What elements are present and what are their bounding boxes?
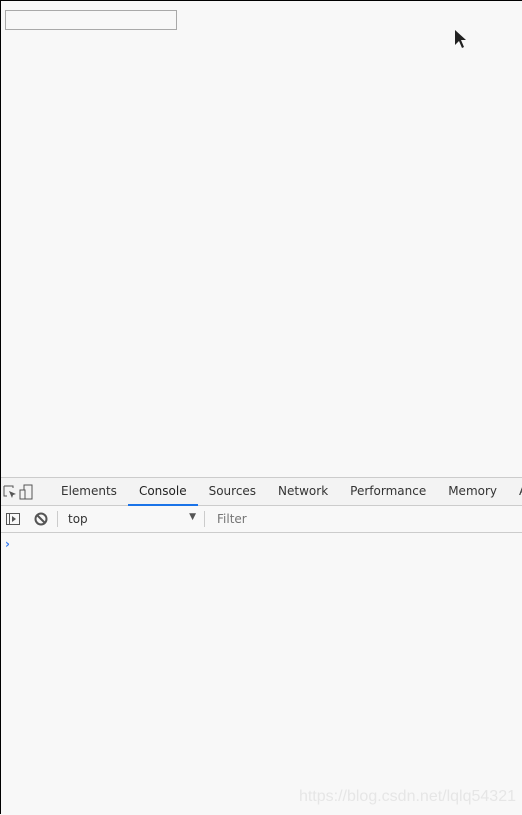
divider: [204, 511, 205, 527]
devtools-panel: Elements Console Sources Network Perform…: [1, 477, 522, 815]
clear-console-icon[interactable]: [29, 507, 53, 531]
text-input[interactable]: [5, 10, 177, 30]
tab-application[interactable]: Ap: [508, 478, 522, 505]
mouse-cursor-icon: [455, 30, 466, 48]
devtools-tabbar: Elements Console Sources Network Perform…: [1, 477, 522, 506]
tab-console[interactable]: Console: [127, 478, 198, 506]
dropdown-arrow-icon: ▼: [189, 512, 196, 522]
tab-network[interactable]: Network: [267, 478, 339, 505]
context-selector[interactable]: top ▼: [60, 512, 202, 526]
device-toolbar-icon[interactable]: [18, 480, 34, 504]
tab-memory[interactable]: Memory: [437, 478, 508, 505]
tab-performance[interactable]: Performance: [339, 478, 437, 505]
show-sidebar-icon[interactable]: [1, 507, 25, 531]
console-prompt[interactable]: ›: [1, 533, 522, 555]
inspect-element-icon[interactable]: [2, 480, 18, 504]
console-toolbar: top ▼: [1, 506, 522, 533]
context-value: top: [68, 512, 88, 526]
tab-sources[interactable]: Sources: [198, 478, 267, 505]
tab-elements[interactable]: Elements: [50, 478, 128, 505]
filter-input[interactable]: [215, 511, 419, 527]
watermark: https://blog.csdn.net/lqlq54321: [298, 788, 516, 805]
divider: [57, 511, 58, 527]
